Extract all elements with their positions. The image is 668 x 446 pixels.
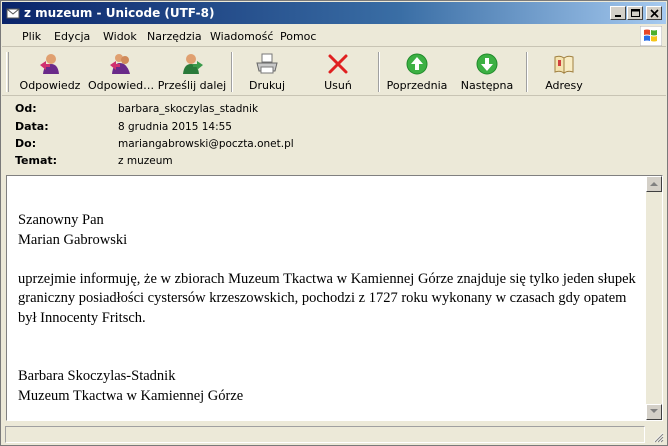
toolbar-separator <box>526 52 528 92</box>
maximize-icon <box>631 9 640 17</box>
reply-button[interactable]: Odpowiedz <box>14 50 86 94</box>
resize-grip-icon[interactable] <box>652 431 664 443</box>
printer-icon <box>256 53 278 74</box>
maximize-button[interactable] <box>627 6 643 20</box>
minimize-icon <box>615 15 621 17</box>
close-window-button[interactable] <box>646 6 662 20</box>
title-bar[interactable]: z muzeum - Unicode (UTF-8) <box>2 2 666 24</box>
from-value[interactable]: barbara_skoczylas_stadnik <box>118 103 258 115</box>
menu-pomoc[interactable]: Pomoc <box>280 30 316 43</box>
forward-label: Prześlij dalej <box>157 79 227 92</box>
address-book-icon <box>554 55 574 74</box>
forward-icon <box>183 54 203 74</box>
message-body-pane[interactable]: Szanowny Pan Marian Gabrowski uprzejmie … <box>6 175 663 421</box>
scroll-down-button[interactable] <box>646 404 662 420</box>
from-label: Od: <box>15 102 37 115</box>
vertical-scrollbar[interactable] <box>646 176 662 420</box>
greeting-line: Szanowny Pan <box>18 212 104 228</box>
scroll-up-button[interactable] <box>646 176 662 192</box>
addresses-button[interactable]: Adresy <box>538 50 590 94</box>
previous-button[interactable]: Poprzednia <box>386 50 448 94</box>
delete-button[interactable]: Usuń <box>316 50 360 94</box>
menu-plik[interactable]: Plik <box>22 30 41 43</box>
menu-wiadomosc[interactable]: Wiadomość <box>210 30 273 43</box>
date-value: 8 grudnia 2015 14:55 <box>118 121 232 133</box>
subject-label: Temat: <box>15 154 58 167</box>
delete-x-icon <box>328 54 348 74</box>
to-value[interactable]: mariangabrowski@poczta.onet.pl <box>118 138 294 150</box>
next-button[interactable]: Następna <box>458 50 516 94</box>
signature-name: Barbara Skoczylas-Stadnik <box>18 368 176 384</box>
menu-bar: Plik Edycja Widok Narzędzia Wiadomość Po… <box>2 25 666 47</box>
print-button[interactable]: Drukuj <box>242 50 292 94</box>
date-label: Data: <box>15 120 49 133</box>
close-icon <box>650 9 659 18</box>
to-label: Do: <box>15 137 37 150</box>
scroll-up-icon <box>650 182 658 186</box>
arrow-up-icon <box>406 53 428 75</box>
addresses-label: Adresy <box>545 79 583 92</box>
menu-narzedzia[interactable]: Narzędzia <box>147 30 202 43</box>
next-label: Następna <box>460 79 514 92</box>
reply-all-button[interactable]: Odpowied… <box>88 50 154 94</box>
previous-label: Poprzednia <box>386 79 448 92</box>
message-headers: Od: barbara_skoczylas_stadnik Data: 8 gr… <box>2 97 666 173</box>
toolbar-separator <box>231 52 233 92</box>
reply-icon <box>40 54 59 74</box>
envelope-icon <box>6 8 20 19</box>
windows-logo-icon <box>640 26 662 46</box>
menu-widok[interactable]: Widok <box>103 30 137 43</box>
window-title: z muzeum - Unicode (UTF-8) <box>24 6 215 20</box>
reply-all-label: Odpowied… <box>88 79 155 92</box>
delete-label: Usuń <box>324 79 352 92</box>
toolbar-grip[interactable] <box>6 52 9 92</box>
reply-label: Odpowiedz <box>19 79 81 92</box>
message-body: Szanowny Pan Marian Gabrowski uprzejmie … <box>18 211 646 406</box>
scroll-down-icon <box>650 409 658 413</box>
message-window: z muzeum - Unicode (UTF-8) Plik Edycja W… <box>0 0 668 446</box>
reply-all-icon <box>110 54 130 74</box>
arrow-down-icon <box>476 53 498 75</box>
subject-value: z muzeum <box>118 155 173 167</box>
status-bar <box>2 423 666 445</box>
forward-button[interactable]: Prześlij dalej <box>157 50 227 94</box>
print-label: Drukuj <box>248 79 286 92</box>
message-paragraph: uprzejmie informuję, że w zbiorach Muzeu… <box>18 270 636 326</box>
status-field <box>5 426 645 443</box>
menu-edycja[interactable]: Edycja <box>54 30 90 43</box>
toolbar-separator <box>378 52 380 92</box>
recipient-name: Marian Gabrowski <box>18 231 128 248</box>
toolbar: Odpowiedz Odpowied… Prześlij dalej Druku… <box>2 48 666 96</box>
signature-institution: Muzeum Tkactwa w Kamiennej Górze <box>18 387 244 404</box>
minimize-button[interactable] <box>610 6 626 20</box>
